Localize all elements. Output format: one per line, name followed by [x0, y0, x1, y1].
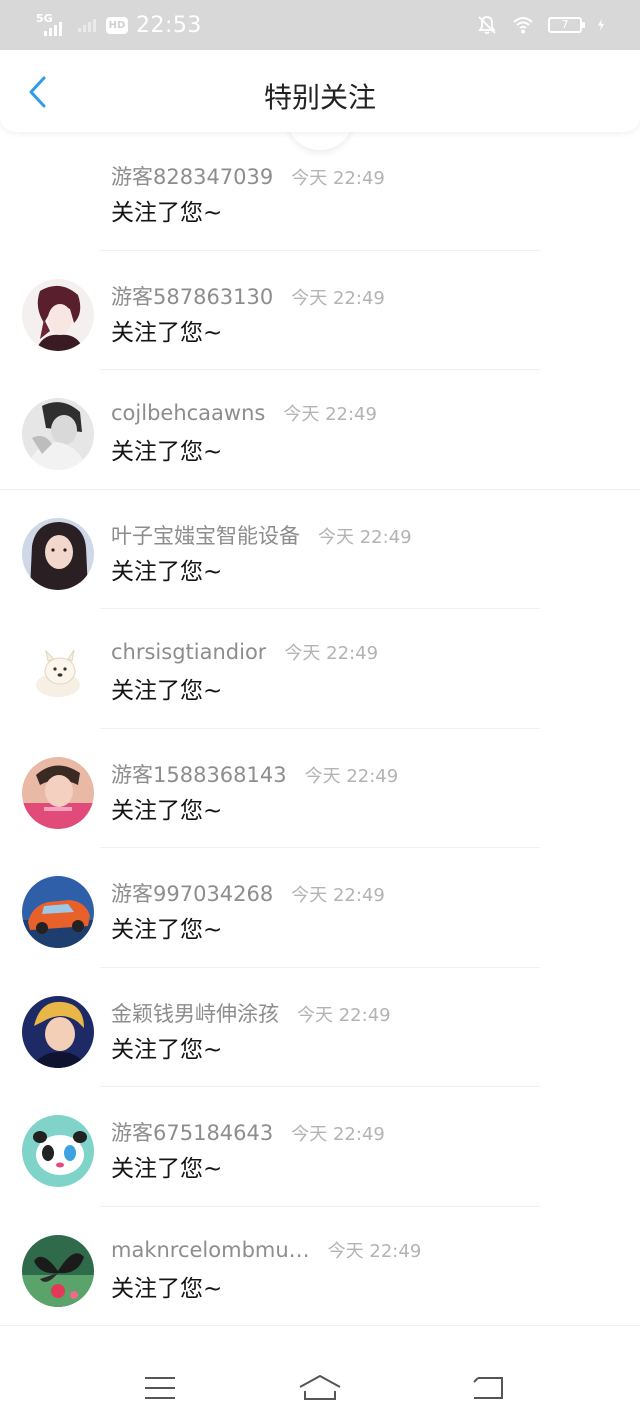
timestamp: 今天 22:49 [327, 1240, 422, 1262]
timestamp: 今天 22:49 [291, 885, 385, 906]
system-nav-bar [0, 1340, 640, 1427]
list-item[interactable]: 金颖钱男峙伸涂孩 今天 22:49 关注了您~ [0, 968, 640, 1087]
timestamp: 今天 22:49 [291, 1124, 385, 1145]
item-meta: cojlbehcaawns 今天 22:49 [111, 400, 630, 432]
item-meta: 游客675184643 今天 22:49 [111, 1117, 630, 1149]
menu-icon [145, 1377, 175, 1399]
message-text: 关注了您~ [111, 917, 223, 943]
username[interactable]: 游客587863130 [111, 281, 273, 311]
item-meta: maknrcelombmu… 今天 22:49 [111, 1237, 630, 1269]
message-text: 关注了您~ [111, 439, 223, 465]
item-meta: 金颖钱男峙伸涂孩 今天 22:49 [111, 998, 630, 1030]
avatar[interactable] [22, 637, 94, 709]
username[interactable]: 游客675184643 [111, 1117, 273, 1147]
signal-secondary-icon [78, 18, 96, 32]
timestamp: 今天 22:49 [304, 765, 399, 787]
message-text: 关注了您~ [111, 1275, 223, 1302]
message-text: 关注了您~ [111, 678, 223, 704]
list-item[interactable]: maknrcelombmu… 今天 22:49 关注了您~ [0, 1207, 640, 1326]
notification-list: 游客828347039 今天 22:49 关注了您~ 游客587863130 今… [0, 131, 640, 1326]
page-title: 特别关注 [263, 81, 376, 114]
username[interactable]: 游客997034268 [111, 878, 273, 908]
avatar[interactable] [22, 876, 94, 948]
list-item[interactable]: chrsisgtiandior 今天 22:49 关注了您~ [0, 609, 640, 729]
list-item[interactable]: 游客675184643 今天 22:49 关注了您~ [0, 1087, 640, 1207]
item-meta: chrsisgtiandior 今天 22:49 [111, 639, 630, 671]
list-item[interactable]: 叶子宝媸宝智能设备 今天 22:49 关注了您~ [0, 490, 640, 609]
menu-button[interactable] [136, 1368, 184, 1408]
username[interactable]: chrsisgtiandior [111, 640, 266, 664]
timestamp: 今天 22:49 [291, 168, 385, 189]
home-button[interactable] [296, 1368, 344, 1408]
avatar[interactable] [22, 398, 94, 470]
back-nav-button[interactable] [464, 1368, 512, 1408]
avatar[interactable] [22, 517, 94, 590]
avatar[interactable] [22, 756, 94, 829]
clock: 22:53 [136, 12, 202, 38]
timestamp: 今天 22:49 [297, 1004, 391, 1026]
timestamp: 今天 22:49 [291, 287, 385, 309]
timestamp: 今天 22:49 [318, 526, 412, 548]
avatar[interactable] [22, 278, 94, 351]
avatar[interactable] [22, 1115, 94, 1187]
username[interactable]: cojlbehcaawns [111, 401, 265, 425]
list-item[interactable]: 游客997034268 今天 22:49 关注了您~ [0, 848, 640, 968]
username[interactable]: 游客828347039 [111, 161, 273, 191]
charging-bolt-icon [597, 19, 605, 31]
avatar[interactable] [22, 1234, 94, 1307]
app-header: 特别关注 [0, 50, 640, 132]
battery-icon: 7 [548, 17, 585, 33]
message-text: 关注了您~ [111, 558, 223, 585]
item-meta: 游客587863130 今天 22:49 [111, 281, 630, 313]
list-item[interactable]: 游客587863130 今天 22:49 关注了您~ [0, 251, 640, 370]
divider [0, 1325, 640, 1326]
item-meta: 游客1588368143 今天 22:49 [111, 759, 630, 791]
message-text: 关注了您~ [111, 797, 223, 824]
username[interactable]: 叶子宝媸宝智能设备 [111, 520, 300, 550]
cellular-5g-icon: 5G [36, 12, 66, 38]
timestamp: 今天 22:49 [283, 404, 377, 425]
message-text: 关注了您~ [111, 1156, 223, 1182]
timestamp: 今天 22:49 [284, 643, 379, 664]
list-item[interactable]: 游客1588368143 今天 22:49 关注了您~ [0, 729, 640, 848]
status-bar: 5G HD 22:53 7 [0, 0, 640, 50]
message-text: 关注了您~ [111, 319, 223, 346]
hd-badge: HD [106, 16, 128, 34]
status-left: 5G HD 22:53 [36, 10, 202, 40]
username[interactable]: maknrcelombmu… [111, 1238, 310, 1262]
message-text: 关注了您~ [111, 200, 223, 226]
item-meta: 游客828347039 今天 22:49 [111, 161, 630, 193]
username[interactable]: 游客1588368143 [111, 759, 287, 789]
item-meta: 叶子宝媸宝智能设备 今天 22:49 [111, 520, 630, 552]
home-icon [299, 1375, 341, 1400]
mute-bell-icon [478, 16, 496, 34]
avatar[interactable] [22, 995, 94, 1068]
item-meta: 游客997034268 今天 22:49 [111, 878, 630, 910]
username[interactable]: 金颖钱男峙伸涂孩 [111, 998, 279, 1028]
back-icon [473, 1377, 503, 1399]
wifi-icon [513, 17, 533, 34]
list-item[interactable]: cojlbehcaawns 今天 22:49 关注了您~ [0, 370, 640, 490]
message-text: 关注了您~ [111, 1036, 223, 1063]
status-right: 7 [476, 12, 610, 38]
